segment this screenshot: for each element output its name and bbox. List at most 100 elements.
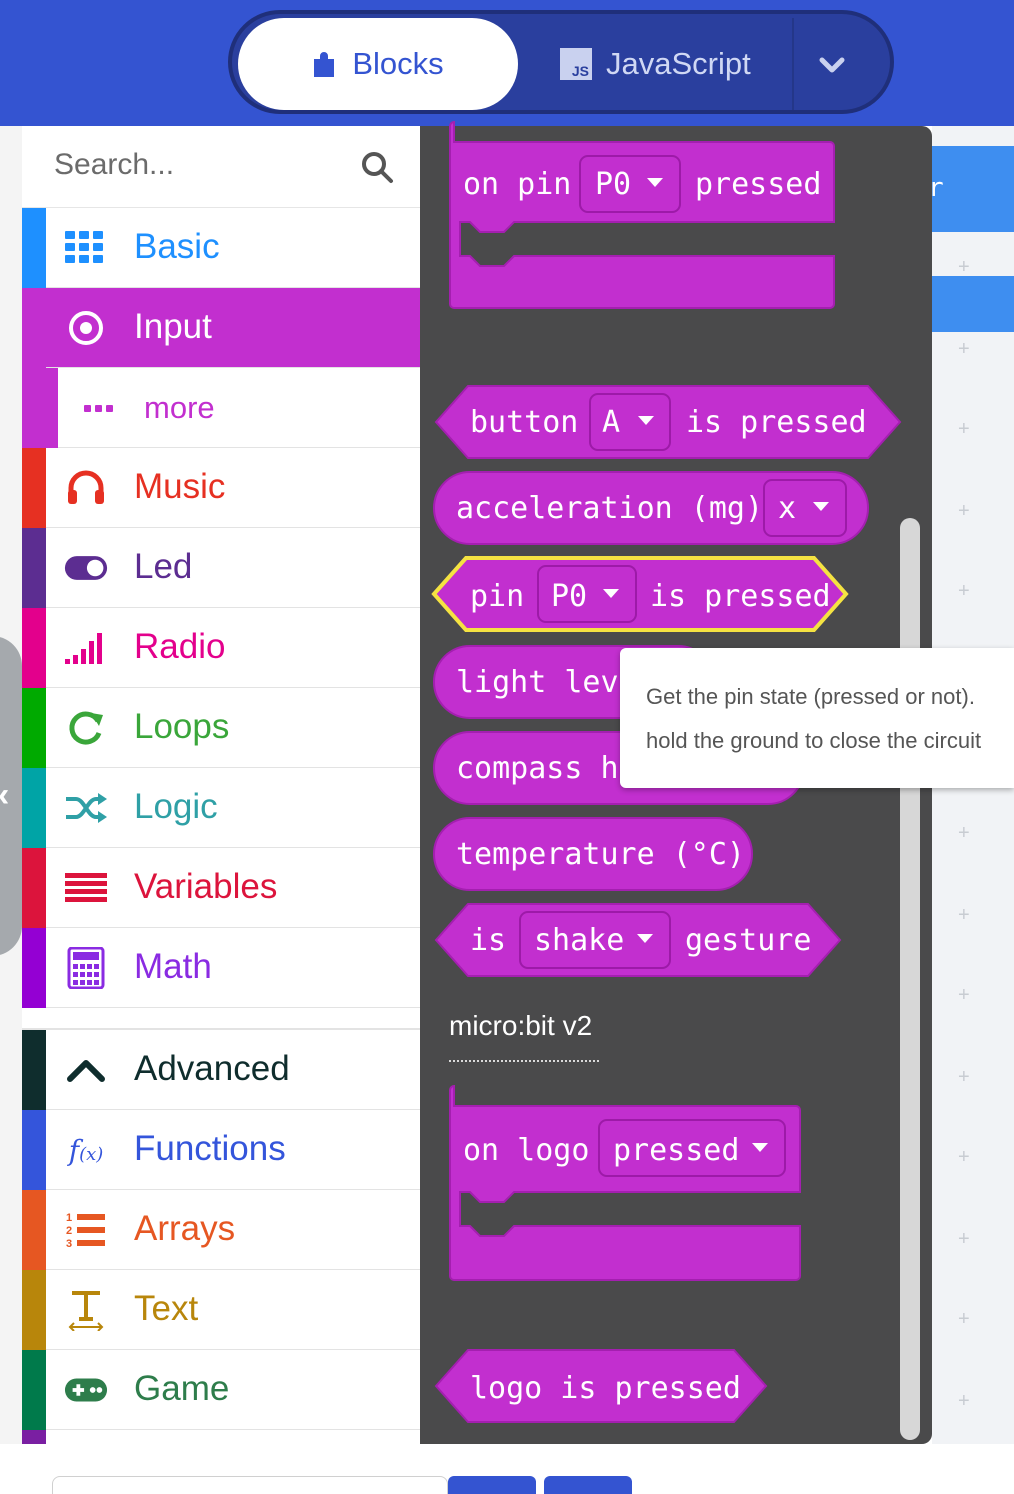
block-text: pin: [470, 579, 524, 614]
block-text: is: [470, 923, 506, 958]
svg-text:3: 3: [66, 1238, 72, 1250]
gesture-dropdown[interactable]: shake: [519, 911, 671, 969]
svg-text:2: 2: [66, 1225, 72, 1237]
block-on-logo-pressed[interactable]: on logo pressed: [449, 1084, 801, 1281]
grid-plus-icon: +: [958, 1308, 970, 1330]
grid-plus-icon: +: [958, 1228, 970, 1250]
grid-plus-icon: +: [958, 580, 970, 602]
search-icon[interactable]: [360, 150, 394, 184]
dropdown-value: x: [778, 491, 796, 526]
save-button[interactable]: [448, 1476, 536, 1494]
block-button-is-pressed[interactable]: button A is pressed: [434, 385, 902, 459]
pin-dropdown[interactable]: P0: [537, 565, 637, 623]
category-variables[interactable]: Variables: [22, 848, 420, 928]
category-text[interactable]: Text: [22, 1270, 420, 1350]
category-music[interactable]: Music: [22, 448, 420, 528]
category-game[interactable]: Game: [22, 1350, 420, 1430]
tab-blocks[interactable]: Blocks: [238, 18, 518, 110]
project-name-input[interactable]: [52, 1476, 448, 1494]
category-input[interactable]: Input: [22, 288, 420, 368]
toggle-icon: [64, 548, 108, 588]
grid-plus-icon: +: [958, 822, 970, 844]
advanced-divider: [22, 1008, 420, 1030]
workspace-block[interactable]: [932, 276, 1014, 332]
category-logic[interactable]: Logic: [22, 768, 420, 848]
category-arrays[interactable]: 123 Arrays: [22, 1190, 420, 1270]
section-divider: [449, 1060, 599, 1062]
category-stripe: [22, 1190, 46, 1270]
category-functions[interactable]: f(x) Functions: [22, 1110, 420, 1190]
pin-dropdown[interactable]: P0: [579, 155, 681, 213]
list-lines-icon: [64, 868, 108, 908]
block-pin-is-pressed[interactable]: pin P0 is pressed: [431, 556, 849, 632]
grid-plus-icon: +: [958, 904, 970, 926]
toolbox-search[interactable]: Search...: [22, 126, 420, 208]
category-label: Variables: [134, 867, 278, 906]
category-stripe: [22, 208, 46, 288]
chevron-down-icon[interactable]: [810, 44, 854, 88]
category-led[interactable]: Led: [22, 528, 420, 608]
category-label: Advanced: [134, 1049, 290, 1088]
dropdown-value: P0: [551, 579, 587, 614]
category-label: more: [144, 390, 215, 425]
github-button[interactable]: [544, 1476, 632, 1494]
refresh-icon: [64, 708, 108, 748]
svg-text:1: 1: [66, 1212, 72, 1224]
grid-plus-icon: +: [958, 418, 970, 440]
calculator-icon: [64, 947, 108, 989]
dropdown-value: pressed: [613, 1133, 739, 1168]
category-basic[interactable]: Basic: [22, 208, 420, 288]
toolbox: Search... Basic Input more Music Led Rad…: [22, 126, 420, 1444]
category-loops[interactable]: Loops: [22, 688, 420, 768]
category-stripe: [22, 688, 46, 768]
block-logo-is-pressed[interactable]: logo is pressed: [434, 1349, 768, 1423]
block-on-pin-pressed[interactable]: on pin P0 pressed: [449, 120, 835, 309]
search-input[interactable]: Search...: [54, 148, 174, 182]
shuffle-icon: [64, 788, 108, 828]
category-advanced[interactable]: Advanced: [22, 1030, 420, 1110]
editor-toggle: Blocks JS JavaScript: [228, 10, 894, 114]
category-radio[interactable]: Radio: [22, 608, 420, 688]
section-label: micro:bit v2: [449, 1010, 593, 1041]
category-stripe: [22, 608, 46, 688]
block-tooltip: Get the pin state (pressed or not). hold…: [620, 648, 1014, 788]
category-input-more[interactable]: more: [22, 368, 420, 448]
block-text: logo is pressed: [470, 1371, 741, 1406]
category-stripe-partial: [22, 1430, 46, 1444]
top-bar: Blocks JS JavaScript: [0, 0, 1014, 126]
category-stripe: [22, 448, 46, 528]
headphones-icon: [64, 468, 108, 508]
dropdown-value: shake: [534, 923, 624, 958]
category-math[interactable]: Math: [22, 928, 420, 1008]
grid-plus-icon: +: [958, 500, 970, 522]
signal-bars-icon: [64, 628, 108, 668]
tooltip-line: Get the pin state (pressed or not).: [646, 684, 975, 709]
tab-javascript[interactable]: JS JavaScript: [560, 18, 790, 110]
numbered-list-icon: 123: [64, 1210, 108, 1250]
block-text: gesture: [685, 923, 811, 958]
category-stripe: [22, 368, 58, 448]
category-label: Game: [134, 1369, 230, 1408]
logo-dropdown[interactable]: pressed: [598, 1119, 786, 1177]
grid-plus-icon: +: [958, 1066, 970, 1088]
block-temperature[interactable]: temperature (°C): [433, 817, 753, 891]
category-label: Functions: [134, 1129, 286, 1168]
category-stripe: [22, 848, 46, 928]
block-is-gesture[interactable]: is shake gesture: [434, 903, 842, 977]
category-label: Music: [134, 467, 226, 506]
chevron-left-icon[interactable]: ‹: [0, 776, 9, 815]
block-acceleration[interactable]: acceleration (mg) x: [433, 471, 869, 545]
block-text: is pressed: [650, 579, 831, 614]
category-stripe: [22, 528, 46, 608]
ellipsis-icon: [78, 388, 122, 428]
block-text: pressed: [695, 167, 821, 202]
chevron-up-icon: [64, 1050, 108, 1090]
grid-plus-icon: +: [958, 338, 970, 360]
grid-plus-icon: +: [958, 984, 970, 1006]
category-label: Basic: [134, 227, 220, 266]
category-stripe: [22, 288, 46, 368]
category-label: Logic: [134, 787, 218, 826]
category-label: Text: [134, 1289, 199, 1328]
button-dropdown[interactable]: A: [589, 393, 671, 451]
axis-dropdown[interactable]: x: [763, 479, 847, 537]
